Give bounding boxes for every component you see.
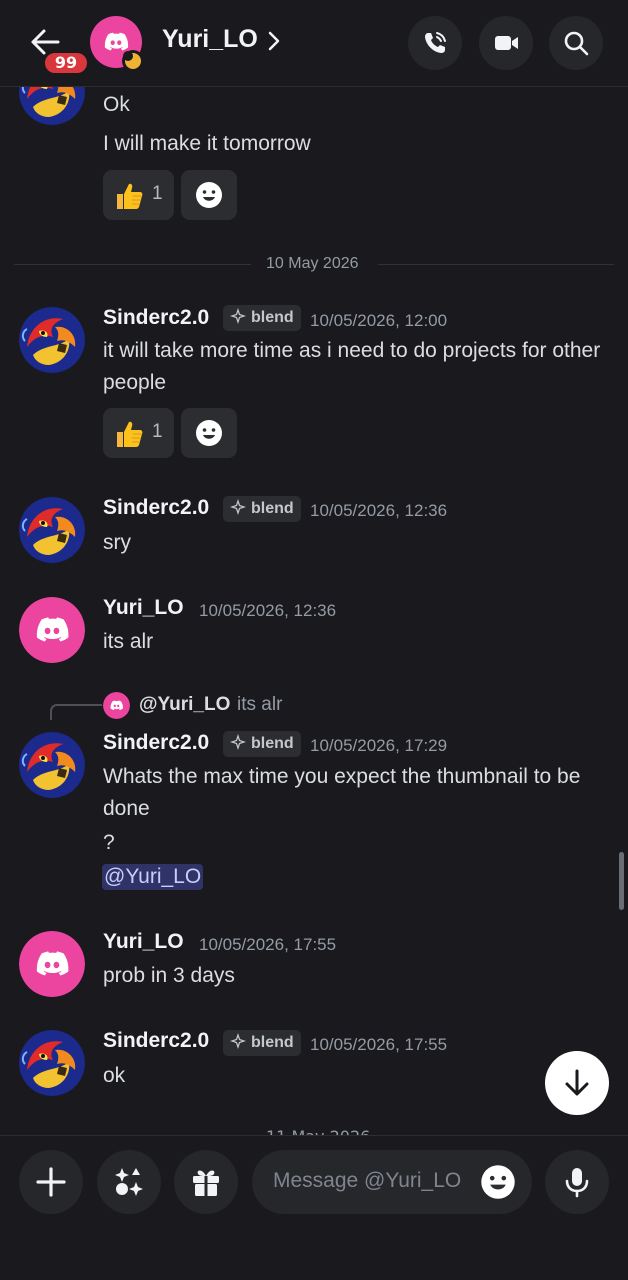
message-author[interactable]: Sinderc2.0: [103, 496, 209, 520]
message-author[interactable]: Yuri_LO: [103, 596, 184, 620]
smile-icon: [196, 182, 222, 208]
plus-icon: [36, 1167, 66, 1197]
reaction-count: 1: [152, 183, 163, 204]
avatar[interactable]: [103, 692, 130, 719]
thumbs-up-icon: [116, 420, 144, 448]
date-divider: 10 May 2026: [266, 255, 359, 272]
clan-tag[interactable]: blend: [223, 1030, 301, 1056]
smile-icon: [196, 420, 222, 446]
message-text: its alr: [103, 630, 154, 653]
blend-tag-icon: [230, 308, 246, 324]
message-text: sry: [103, 531, 131, 554]
avatar[interactable]: [19, 87, 85, 125]
unread-count-badge: 99: [42, 50, 90, 76]
scrollbar-thumb[interactable]: [619, 852, 624, 910]
message-composer: Message @Yuri_LO: [0, 1135, 628, 1280]
avatar[interactable]: [19, 307, 85, 373]
avatar[interactable]: [19, 732, 85, 798]
search-button[interactable]: [549, 16, 603, 70]
blend-tag-icon: [230, 499, 246, 515]
clan-tag[interactable]: blend: [223, 496, 301, 522]
blend-tag-icon: [230, 1033, 246, 1049]
search-icon: [564, 31, 589, 56]
message-timestamp: 10/05/2026, 17:55: [199, 935, 337, 954]
reaction-count: 1: [152, 421, 163, 442]
emoji-picker-icon[interactable]: [480, 1164, 516, 1200]
chat-header: 99 Yuri_LO: [0, 0, 628, 87]
message-placeholder: Message @Yuri_LO: [273, 1169, 462, 1192]
message-text: it will take more time as i need to do p…: [103, 339, 601, 394]
message-timestamp: 10/05/2026, 17:29: [310, 736, 448, 755]
message-timestamp: 10/05/2026, 17:55: [310, 1035, 448, 1054]
message-text: Ok: [103, 93, 130, 116]
blend-tag-icon: [230, 734, 246, 750]
message-text: ok: [103, 1064, 126, 1087]
jump-to-present-button[interactable]: [545, 1051, 609, 1115]
message-author[interactable]: Sinderc2.0: [103, 306, 209, 330]
gift-button[interactable]: [174, 1150, 238, 1214]
user-mention[interactable]: @Yuri_LO: [102, 864, 204, 890]
divider: [378, 264, 614, 265]
message-timestamp: 10/05/2026, 12:00: [310, 311, 448, 330]
message-text: prob in 3 days: [103, 964, 235, 987]
phone-icon: [425, 32, 446, 53]
message-timestamp: 10/05/2026, 12:36: [199, 601, 337, 620]
message-author[interactable]: Yuri_LO: [103, 930, 184, 954]
dm-screen: 99 Yuri_LO Ok I will make it tomorrow 1 …: [0, 0, 628, 1280]
message-text: I will make it tomorrow: [103, 132, 311, 155]
apps-icon: [115, 1168, 143, 1196]
message-list[interactable]: Ok I will make it tomorrow 1 10 May 2026…: [0, 87, 628, 1135]
idle-status-icon: [122, 50, 144, 72]
chevron-right-icon[interactable]: [266, 30, 282, 52]
channel-title[interactable]: Yuri_LO: [162, 25, 258, 54]
microphone-icon: [565, 1168, 589, 1198]
video-call-button[interactable]: [479, 16, 533, 70]
add-reaction-button[interactable]: [181, 170, 237, 220]
add-attachment-button[interactable]: [19, 1150, 83, 1214]
reply-connector: [50, 704, 102, 720]
arrow-down-icon: [565, 1069, 589, 1096]
reaction-chip[interactable]: 1: [103, 170, 174, 220]
clan-tag[interactable]: blend: [223, 305, 301, 331]
clan-tag[interactable]: blend: [223, 731, 301, 757]
message-text: Whats the max time you expect the thumbn…: [103, 765, 581, 820]
thumbs-up-icon: [116, 182, 144, 210]
message-timestamp: 10/05/2026, 12:36: [310, 501, 448, 520]
avatar[interactable]: [19, 1030, 85, 1096]
voice-message-button[interactable]: [545, 1150, 609, 1214]
message-text: ?: [103, 831, 115, 854]
message-author[interactable]: Sinderc2.0: [103, 1029, 209, 1053]
message-input[interactable]: Message @Yuri_LO: [252, 1150, 532, 1214]
avatar[interactable]: [19, 497, 85, 563]
divider: [14, 264, 251, 265]
reply-preview[interactable]: its alr: [237, 694, 282, 716]
avatar[interactable]: [19, 931, 85, 997]
video-camera-icon: [495, 36, 518, 50]
add-reaction-button[interactable]: [181, 408, 237, 458]
date-divider: 11 May 2026: [266, 1127, 370, 1135]
reaction-chip[interactable]: 1: [103, 408, 174, 458]
message-author[interactable]: Sinderc2.0: [103, 731, 209, 755]
voice-call-button[interactable]: [408, 16, 462, 70]
reply-author[interactable]: @Yuri_LO: [139, 694, 230, 716]
gift-icon: [193, 1170, 219, 1196]
apps-button[interactable]: [97, 1150, 161, 1214]
avatar[interactable]: [19, 597, 85, 663]
